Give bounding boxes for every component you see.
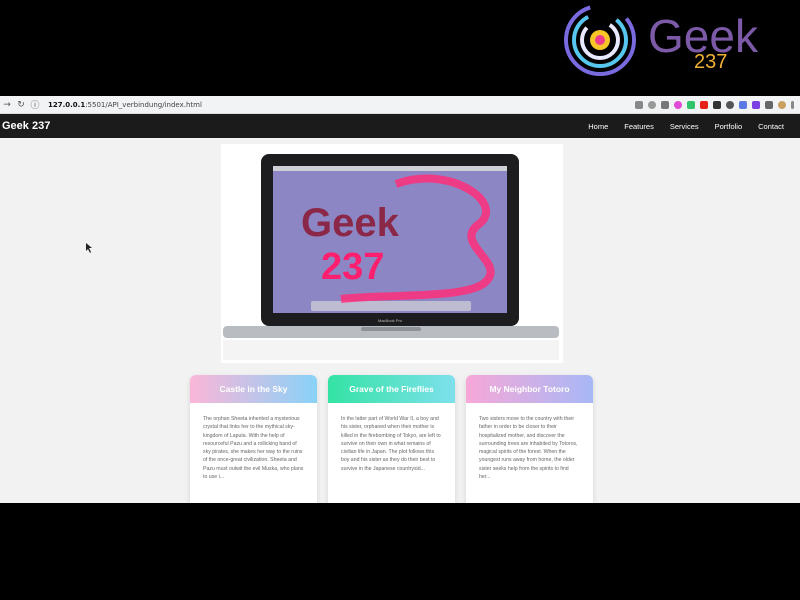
card-description: In the latter part of World War II, a bo… [341, 416, 441, 472]
translate-icon[interactable] [635, 100, 643, 109]
url-host: 127.0.0.1 [48, 100, 86, 109]
address-bar[interactable]: 127.0.0.1 :5501/API_verbindung/index.htm… [48, 101, 202, 109]
nav-home[interactable]: Home [580, 122, 616, 131]
nav-services[interactable]: Services [662, 122, 707, 131]
card-title: Grave of the Fireflies [328, 375, 455, 403]
dock [311, 301, 471, 311]
nav-features[interactable]: Features [616, 122, 662, 131]
screen-text-geek: Geek [301, 201, 400, 245]
zoom-icon[interactable] [648, 100, 656, 109]
brand-logo[interactable]: Geek 237 [0, 120, 50, 132]
url-path: :5501/API_verbindung/index.html [85, 100, 202, 109]
extension-blue-icon[interactable] [739, 100, 747, 109]
extension-green-icon[interactable] [687, 100, 695, 109]
laptop-label: MacBook Pro [378, 318, 403, 323]
movie-card[interactable]: Castle in the Sky The orphan Sheeta inhe… [190, 375, 317, 503]
geek237-logo-icon [564, 4, 636, 76]
puzzle-icon[interactable] [765, 100, 773, 109]
movie-card[interactable]: My Neighbor Totoro Two sisters move to t… [466, 375, 593, 503]
browser-toolbar: → ↻ ⓘ 127.0.0.1 :5501/API_verbindung/ind… [0, 96, 800, 114]
nav-portfolio[interactable]: Portfolio [707, 122, 751, 131]
menu-dots-icon[interactable] [791, 100, 794, 109]
hero-image: Geek 237 MacBook Pro [221, 144, 563, 363]
profile-avatar[interactable] [778, 100, 786, 109]
screen-text-237: 237 [321, 246, 384, 288]
extension-purple-icon[interactable] [752, 100, 760, 109]
movie-cards: Castle in the Sky The orphan Sheeta inhe… [190, 375, 593, 503]
back-arrow-icon[interactable]: → [0, 100, 14, 110]
bookmark-star-icon[interactable] [661, 100, 669, 109]
info-icon[interactable]: ⓘ [28, 98, 42, 111]
nav-contact[interactable]: Contact [750, 122, 792, 131]
mouse-cursor-icon [86, 243, 92, 253]
extensions-bar [635, 100, 800, 109]
page-content: Geek 237 MacBook Pro Castle in the Sky T… [0, 138, 800, 503]
geek237-logo: Geek 237 [564, 4, 759, 76]
extension-pink-icon[interactable] [674, 100, 682, 109]
extension-globe-icon[interactable] [726, 100, 734, 109]
bottom-letterbox [0, 503, 800, 600]
card-title: My Neighbor Totoro [466, 375, 593, 403]
card-title: Castle in the Sky [190, 375, 317, 403]
nav-menu: Home Features Services Portfolio Contact [580, 122, 800, 131]
logo-number-text: 237 [694, 51, 727, 73]
youtube-icon[interactable] [700, 100, 708, 109]
reload-icon[interactable]: ↻ [14, 100, 28, 110]
card-description: Two sisters move to the country with the… [479, 416, 578, 481]
extension-dark-icon[interactable] [713, 100, 721, 109]
card-description: The orphan Sheeta inherited a mysterious… [203, 416, 304, 481]
site-navbar: Geek 237 Home Features Services Portfoli… [0, 114, 800, 138]
movie-card[interactable]: Grave of the Fireflies In the latter par… [328, 375, 455, 503]
